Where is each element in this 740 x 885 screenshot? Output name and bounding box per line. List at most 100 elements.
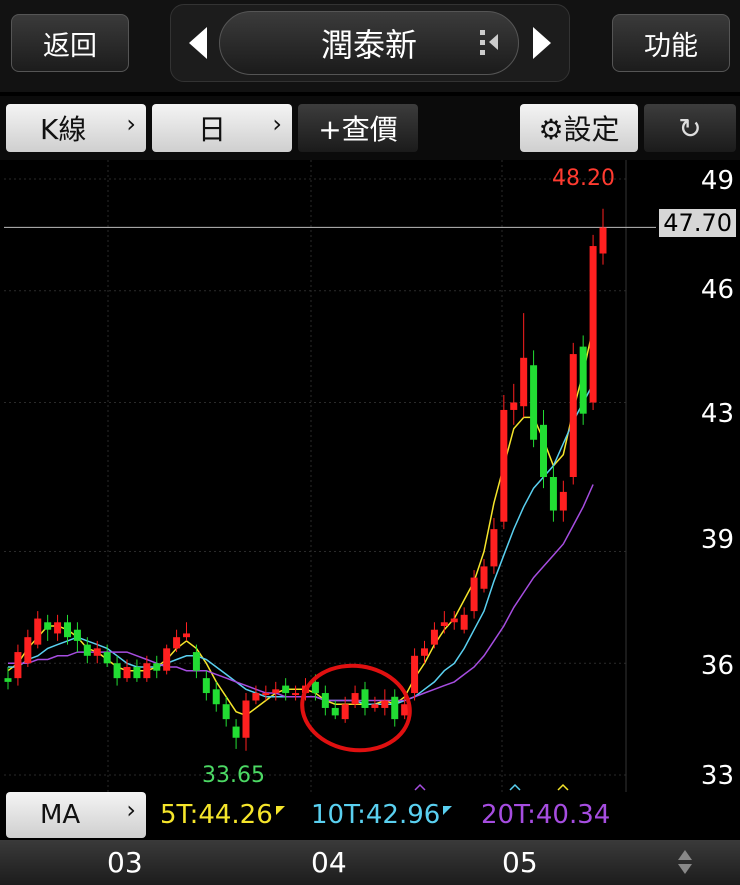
candle-body (391, 696, 399, 720)
candle-body (222, 704, 230, 720)
settings-button[interactable]: ⚙設定 (520, 104, 638, 152)
ma-5-text: 5T:44.26 (160, 800, 273, 830)
candle-body (64, 622, 71, 638)
candle-body (143, 663, 151, 679)
candle-body (549, 477, 557, 511)
candle-body (351, 693, 359, 705)
candle-body (14, 652, 22, 679)
y-tick-label: 33 (700, 761, 734, 791)
candle-body (202, 678, 210, 694)
chevron-right-icon: › (126, 110, 136, 138)
chevron-right-icon: › (272, 110, 282, 138)
candle-body (73, 629, 81, 641)
candle-body (262, 693, 270, 696)
ma-5-value: 5T:44.26 (160, 800, 285, 830)
candle-body (490, 529, 498, 567)
ma-cross-marker (557, 783, 569, 791)
current-price-tag: 47.70 (659, 209, 736, 237)
period-label: 日 (198, 113, 227, 146)
flag-icon (443, 806, 453, 815)
price-lookup-button[interactable]: +查價 (298, 104, 418, 152)
candle-body (579, 346, 587, 414)
candle-body (569, 354, 577, 477)
candle-body (103, 652, 111, 664)
candle-body (54, 622, 62, 634)
candle-body (242, 700, 250, 738)
indicator-label: MA (40, 800, 81, 830)
ma-cross-marker (509, 783, 521, 791)
candle-body (421, 648, 428, 656)
candle-body (292, 693, 300, 696)
x-tick-label: 04 (311, 846, 347, 879)
chevron-right-icon: › (126, 796, 136, 824)
ma-10-value: 10T:42.96 (311, 800, 453, 830)
rotate-icon: ↻ (678, 111, 702, 145)
candle-body (153, 663, 161, 671)
y-tick-label: 36 (700, 651, 734, 681)
candle-body (34, 618, 42, 645)
candle-body (361, 689, 369, 708)
candle-body (173, 637, 181, 649)
candle-body (510, 402, 518, 410)
stock-list-icon[interactable] (480, 30, 502, 56)
chart-type-label: K線 (40, 113, 87, 146)
y-tick-label: 49 (700, 166, 734, 196)
candle-body (311, 681, 319, 694)
top-bar: 返回 潤泰新 功能 (0, 0, 740, 92)
candle-body (282, 685, 290, 694)
candle-body (272, 689, 280, 694)
candle-body (24, 637, 32, 664)
ma-cross-marker (414, 783, 426, 791)
candle-body (371, 704, 379, 708)
candle-body (113, 663, 121, 679)
y-tick-label: 43 (700, 399, 734, 429)
x-tick-label: 03 (107, 846, 143, 879)
stock-selector: 潤泰新 (170, 4, 570, 82)
scroll-arrows-icon[interactable] (678, 850, 692, 876)
candle-body (401, 704, 409, 716)
candle-body (530, 365, 538, 440)
candle-body (252, 693, 260, 701)
candle-body (470, 577, 478, 612)
candle-body (212, 689, 220, 705)
rotate-screen-button[interactable]: ↻ (644, 104, 736, 152)
candle-body (83, 644, 91, 656)
candlestick-chart[interactable] (0, 160, 740, 792)
ma-10-text: 10T:42.96 (311, 800, 441, 830)
candle-body (480, 566, 488, 589)
candle-body (440, 622, 448, 626)
stock-name: 潤泰新 (320, 26, 417, 64)
candle-body (232, 726, 240, 738)
flag-icon (275, 806, 285, 815)
candle-body (341, 704, 349, 720)
candle-body (540, 424, 547, 477)
candle-body (599, 227, 607, 254)
candle-body (44, 622, 52, 630)
ma-20-text: 20T:40.34 (481, 800, 611, 830)
next-stock-icon[interactable] (533, 27, 551, 59)
candle-body (381, 700, 389, 708)
candle-body (93, 648, 101, 656)
candle-body (589, 246, 597, 403)
chart-toolbar: K線 › 日 › +查價 ⚙設定 ↻ (0, 96, 740, 160)
prev-stock-icon[interactable] (189, 27, 207, 59)
candle-body (163, 648, 171, 671)
candle-body (430, 629, 438, 645)
candle-body (520, 357, 528, 407)
y-tick-label: 39 (700, 525, 734, 555)
indicator-select-button[interactable]: MA › (6, 792, 146, 838)
candle-body (500, 409, 508, 522)
candle-body (183, 633, 190, 638)
candle-body (450, 618, 458, 623)
chart-area[interactable] (0, 160, 740, 792)
chart-type-button[interactable]: K線 › (6, 104, 146, 152)
x-axis-bar[interactable]: 03 04 05 (0, 840, 740, 885)
x-tick-label: 05 (502, 846, 538, 879)
settings-label: ⚙設定 (538, 113, 620, 146)
candle-body (133, 666, 141, 679)
stock-title[interactable]: 潤泰新 (219, 11, 519, 75)
period-button[interactable]: 日 › (152, 104, 292, 152)
function-menu-button[interactable]: 功能 (612, 14, 730, 72)
back-button[interactable]: 返回 (11, 14, 129, 72)
ma-20-value: 20T:40.34 (481, 800, 610, 830)
